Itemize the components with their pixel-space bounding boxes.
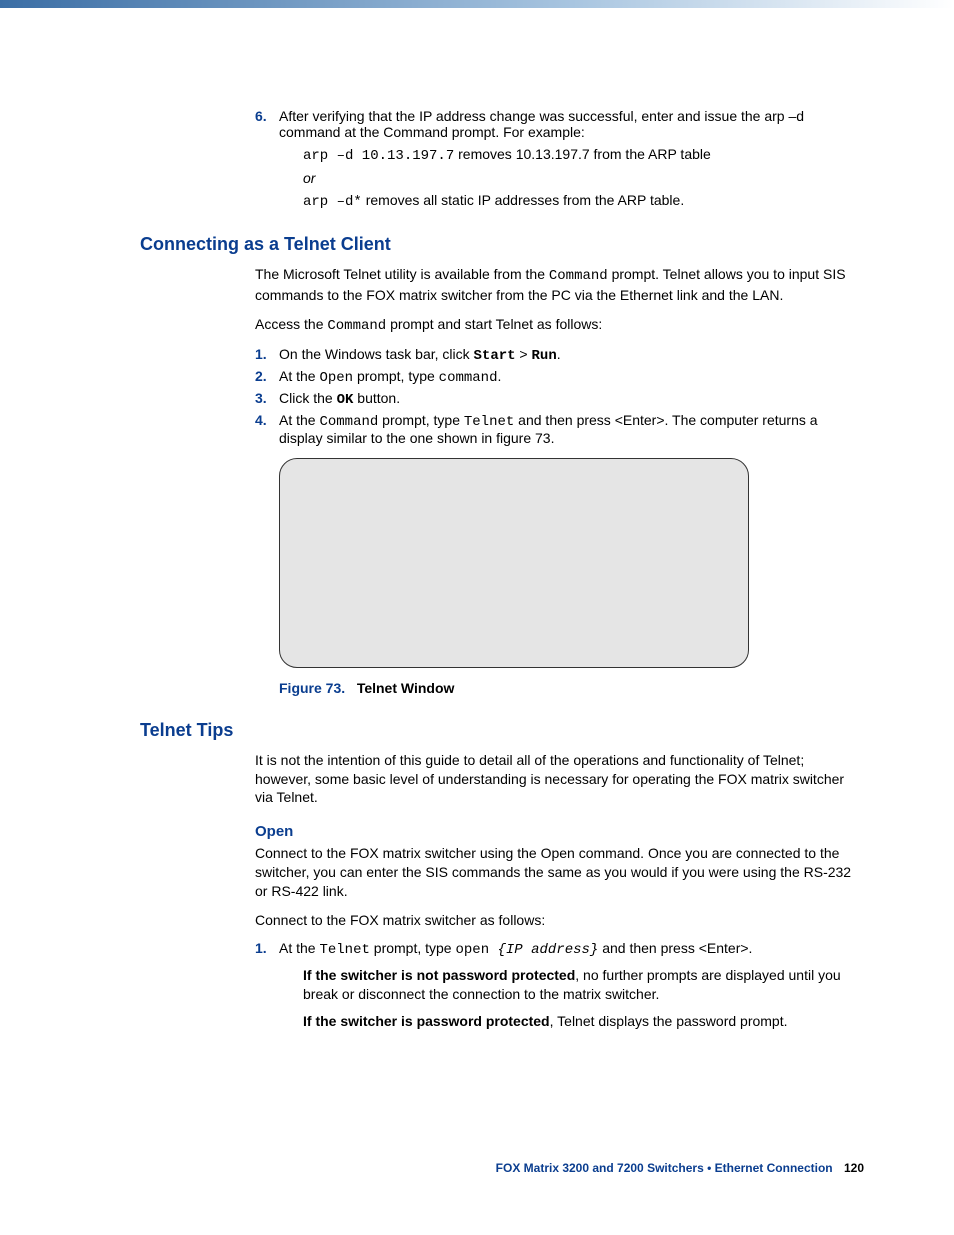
figure-title: Telnet Window [357,680,455,696]
telnet-client-block: The Microsoft Telnet utility is availabl… [255,265,864,696]
list-item: 3. Click the OK button. [255,390,864,408]
list-number: 4. [255,412,279,446]
command-text: Open [319,370,353,386]
command-text: Command [549,268,608,284]
text-run: prompt and start Telnet as follows: [386,316,602,332]
page-footer: FOX Matrix 3200 and 7200 Switchers • Eth… [496,1161,864,1175]
text-run: . [557,346,561,362]
list-number: 2. [255,368,279,386]
example-desc: removes all static IP addresses from the… [362,192,684,208]
command-text: arp –d* [303,194,362,210]
text-run: > [516,346,532,362]
list-body: On the Windows task bar, click Start > R… [279,346,864,364]
command-placeholder: {IP address} [498,942,599,958]
text-run: button. [353,390,400,406]
command-text: command [439,370,498,386]
text-run: and then press <Enter>. [598,940,752,956]
text-run: Click the [279,390,337,406]
footer-title: FOX Matrix 3200 and 7200 Switchers • Eth… [496,1161,833,1175]
command-text: Telnet [464,414,514,430]
text-run: At the [279,412,319,428]
command-text: arp –d 10.13.197.7 [303,148,454,164]
list-body: At the Command prompt, type Telnet and t… [279,412,864,446]
paragraph: Connect to the FOX matrix switcher as fo… [255,911,864,930]
page-content: 6. After verifying that the IP address c… [0,8,954,1031]
text-run: prompt, type [353,368,439,384]
example-line: arp –d 10.13.197.7 removes 10.13.197.7 f… [303,146,864,164]
list-body: At the Open prompt, type command. [279,368,864,386]
telnet-tips-block: It is not the intention of this guide to… [255,751,864,1031]
text-run: On the Windows task bar, click [279,346,474,362]
paragraph: It is not the intention of this guide to… [255,751,864,808]
command-text: Run [532,348,557,364]
list-item: 6. After verifying that the IP address c… [255,108,864,210]
step-6-block: 6. After verifying that the IP address c… [255,108,864,210]
command-text: Start [474,348,516,364]
text-run: prompt, type [370,940,456,956]
footer-page-number: 120 [844,1161,864,1175]
list-number: 1. [255,346,279,364]
note-block: If the switcher is not password protecte… [303,966,864,1004]
text-run: . [497,368,501,384]
list-item: 2. At the Open prompt, type command. [255,368,864,386]
text-run: At the [279,368,319,384]
list-number: 6. [255,108,279,210]
text-run: The Microsoft Telnet utility is availabl… [255,266,549,282]
list-item: 1. At the Telnet prompt, type open {IP a… [255,940,864,1031]
list-item: 1. On the Windows task bar, click Start … [255,346,864,364]
text-run: Access the [255,316,327,332]
list-body: After verifying that the IP address chan… [279,108,864,210]
figure-label: Figure 73. [279,680,345,696]
subsection-heading-open: Open [255,823,864,840]
header-gradient-bar [0,0,954,8]
list-number: 1. [255,940,279,1031]
example-line: arp –d* removes all static IP addresses … [303,192,864,210]
text-run: prompt, type [378,412,464,428]
list-body: Click the OK button. [279,390,864,408]
note-text: , Telnet displays the password prompt. [550,1013,788,1029]
step-text: After verifying that the IP address chan… [279,108,804,140]
list-body: At the Telnet prompt, type open {IP addr… [279,940,864,1031]
command-text: open [455,942,497,958]
figure-73-placeholder [279,458,749,668]
paragraph: The Microsoft Telnet utility is availabl… [255,265,864,305]
figure-caption: Figure 73. Telnet Window [279,680,864,696]
paragraph: Access the Command prompt and start Teln… [255,315,864,336]
list-item: 4. At the Command prompt, type Telnet an… [255,412,864,446]
note-bold: If the switcher is password protected [303,1013,550,1029]
section-heading-telnet-tips: Telnet Tips [140,720,864,741]
paragraph: Connect to the FOX matrix switcher using… [255,844,864,901]
note-bold: If the switcher is not password protecte… [303,967,575,983]
text-run: At the [279,940,319,956]
command-text: OK [337,392,354,408]
example-desc: removes 10.13.197.7 from the ARP table [454,146,711,162]
or-text: or [303,170,864,186]
command-text: Command [327,318,386,334]
note-block: If the switcher is password protected, T… [303,1012,864,1031]
section-heading-telnet-client: Connecting as a Telnet Client [140,234,864,255]
command-text: Telnet [319,942,369,958]
list-number: 3. [255,390,279,408]
command-text: Command [319,414,378,430]
